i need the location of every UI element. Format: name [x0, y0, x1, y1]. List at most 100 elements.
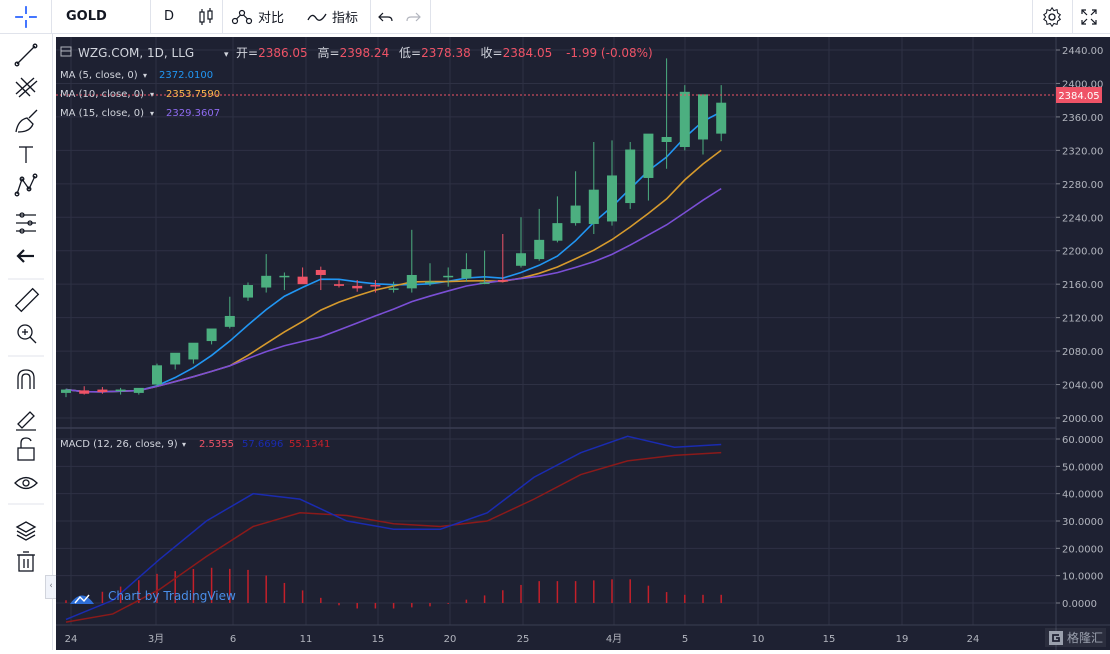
candle-body	[388, 288, 399, 290]
indicators-button[interactable]: 指标	[306, 0, 358, 33]
indicators-icon	[307, 13, 327, 21]
compare-button[interactable]: 对比	[230, 0, 284, 33]
price-tick-label: 2360.00	[1062, 113, 1103, 124]
candle-body	[370, 285, 381, 287]
time-tick-label: 25	[517, 634, 530, 645]
pattern-icon[interactable]	[14, 173, 38, 197]
ma15-label[interactable]: MA (15, close, 0)	[60, 108, 144, 119]
macd-tick-label: 20.0000	[1062, 544, 1103, 555]
time-tick-label: 19	[896, 634, 909, 645]
low-label: 低=	[399, 46, 421, 60]
interval-button[interactable]: D	[164, 0, 174, 33]
price-tick-label: 2280.00	[1062, 180, 1103, 191]
layers-icon[interactable]	[15, 521, 37, 541]
price-chart[interactable]: 2440.002400.002360.002320.002280.002240.…	[56, 37, 1110, 650]
magnet-icon[interactable]	[17, 369, 35, 389]
price-tick-label: 2160.00	[1062, 280, 1103, 291]
redo-icon[interactable]	[404, 0, 422, 33]
close-label: 收=	[481, 46, 503, 60]
svg-text:▾: ▾	[150, 109, 154, 118]
candle-body	[534, 239, 545, 260]
ma5-value: 2372.0100	[159, 70, 213, 81]
macd-tick-label: 10.0000	[1062, 572, 1103, 583]
candle-body	[497, 280, 508, 282]
top-toolbar: GOLD D 对比 指标	[0, 0, 1110, 34]
lock-drawing-icon[interactable]	[16, 411, 36, 431]
candle-body	[352, 285, 363, 289]
trash-icon[interactable]	[17, 551, 35, 572]
high-label: 高=	[318, 45, 340, 60]
candles-icon[interactable]	[196, 0, 216, 33]
change-value: -1.99 (-0.08%)	[566, 46, 653, 60]
macd-label[interactable]: MACD (12, 26, close, 9)	[60, 439, 178, 450]
fullscreen-icon[interactable]	[1080, 0, 1098, 33]
time-tick-label: 5	[682, 634, 688, 645]
close-value: 2384.05	[503, 46, 553, 60]
legend-menu-icon[interactable]: ▾	[224, 50, 229, 60]
ruler-icon[interactable]	[14, 287, 40, 313]
compare-icon	[231, 9, 253, 24]
macd-tick-label: 60.0000	[1062, 435, 1103, 446]
watermark-text: Chart by TradingView	[108, 589, 236, 603]
candle-body	[625, 149, 636, 204]
candle-body	[224, 315, 235, 327]
candle-body	[261, 275, 272, 288]
candle-body	[152, 365, 162, 385]
candle-body	[570, 205, 581, 224]
candle-body	[297, 276, 308, 285]
candle-body	[643, 133, 654, 178]
candle-body	[97, 389, 108, 393]
chart-area[interactable]: 2440.00 2400.00 2360.00 2320.00 2280.00 2240.…	[56, 37, 1110, 650]
time-tick-label: 11	[300, 634, 313, 645]
candle-body	[61, 389, 71, 393]
price-tick-label: 2440.00	[1062, 46, 1103, 57]
legend-title: WZG.COM, 1D, LLG	[78, 46, 194, 60]
candle-body	[516, 253, 526, 266]
settings-gear-icon[interactable]	[1041, 0, 1063, 33]
time-tick-label: 15	[823, 634, 836, 645]
pitchfork-icon[interactable]	[15, 77, 38, 98]
brand-logo-icon	[1048, 630, 1063, 645]
time-tick-label: 24	[65, 634, 78, 645]
macd-signal-value: 55.1341	[289, 439, 330, 450]
time-tick-label: 6	[230, 634, 236, 645]
macd-line-value: 57.6696	[242, 439, 283, 450]
candle-body	[461, 269, 472, 279]
candle-body	[661, 136, 672, 142]
candle-body	[716, 102, 727, 134]
ma5-label[interactable]: MA (5, close, 0)	[60, 70, 138, 81]
candle-body	[315, 269, 326, 275]
low-value: 2378.38	[421, 46, 471, 60]
brand-name: 格隆汇	[1066, 631, 1103, 645]
text-icon[interactable]	[19, 146, 33, 163]
price-tick-label: 2080.00	[1062, 347, 1103, 358]
zoom-in-icon[interactable]	[17, 324, 37, 344]
candle-body	[170, 352, 181, 365]
eye-icon[interactable]	[14, 476, 38, 490]
svg-text:▾: ▾	[143, 71, 147, 80]
price-tick-label: 2240.00	[1062, 213, 1103, 224]
last-price-label: 2384.05	[1058, 91, 1099, 102]
ma10-value: 2353.7590	[166, 89, 220, 100]
macd-hist-value: 2.5355	[199, 439, 234, 450]
macd-tick-label: 0.0000	[1062, 599, 1097, 610]
unlock-icon[interactable]	[17, 437, 35, 461]
crosshair-icon[interactable]	[13, 4, 39, 30]
prediction-icon[interactable]	[16, 212, 36, 234]
macd-tick-label: 50.0000	[1062, 462, 1103, 473]
symbol-search[interactable]: GOLD	[66, 0, 107, 33]
trend-line-icon[interactable]	[14, 43, 38, 67]
macd-tick-label: 40.0000	[1062, 490, 1103, 501]
candle-body	[406, 274, 417, 289]
time-tick-label: 10	[752, 634, 765, 645]
candle-body	[425, 281, 435, 284]
time-tick-label: 4月	[606, 633, 622, 645]
price-tick-label: 2000.00	[1062, 414, 1103, 425]
high-value: 2398.24	[340, 46, 390, 60]
candle-body	[479, 282, 490, 285]
brush-icon[interactable]	[15, 109, 38, 133]
ma10-label[interactable]: MA (10, close, 0)	[60, 89, 144, 100]
back-arrow-icon[interactable]	[16, 249, 34, 263]
undo-icon[interactable]	[377, 0, 395, 33]
time-tick-label: 20	[444, 634, 457, 645]
